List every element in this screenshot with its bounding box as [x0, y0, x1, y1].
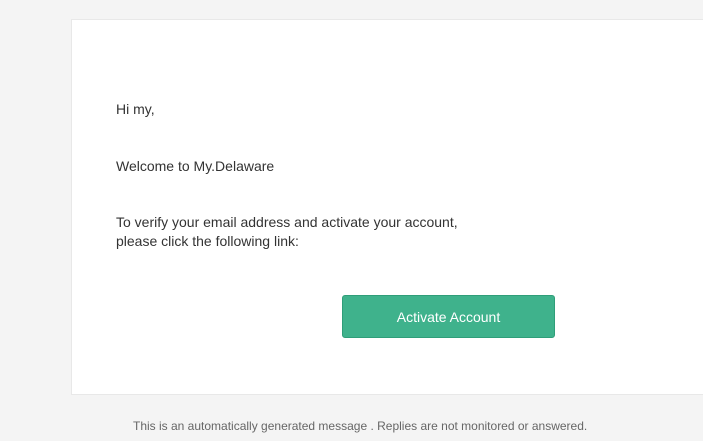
greeting-text: Hi my,: [116, 101, 155, 117]
auto-generated-footer-note: This is an automatically generated messa…: [133, 419, 588, 433]
verify-instruction-line-1: To verify your email address and activat…: [116, 214, 458, 230]
email-card: Hi my, Welcome to My.Delaware To verify …: [71, 19, 703, 395]
activate-account-button[interactable]: Activate Account: [342, 295, 555, 338]
welcome-text: Welcome to My.Delaware: [116, 158, 275, 174]
verify-instruction-line-2: please click the following link:: [116, 233, 299, 249]
